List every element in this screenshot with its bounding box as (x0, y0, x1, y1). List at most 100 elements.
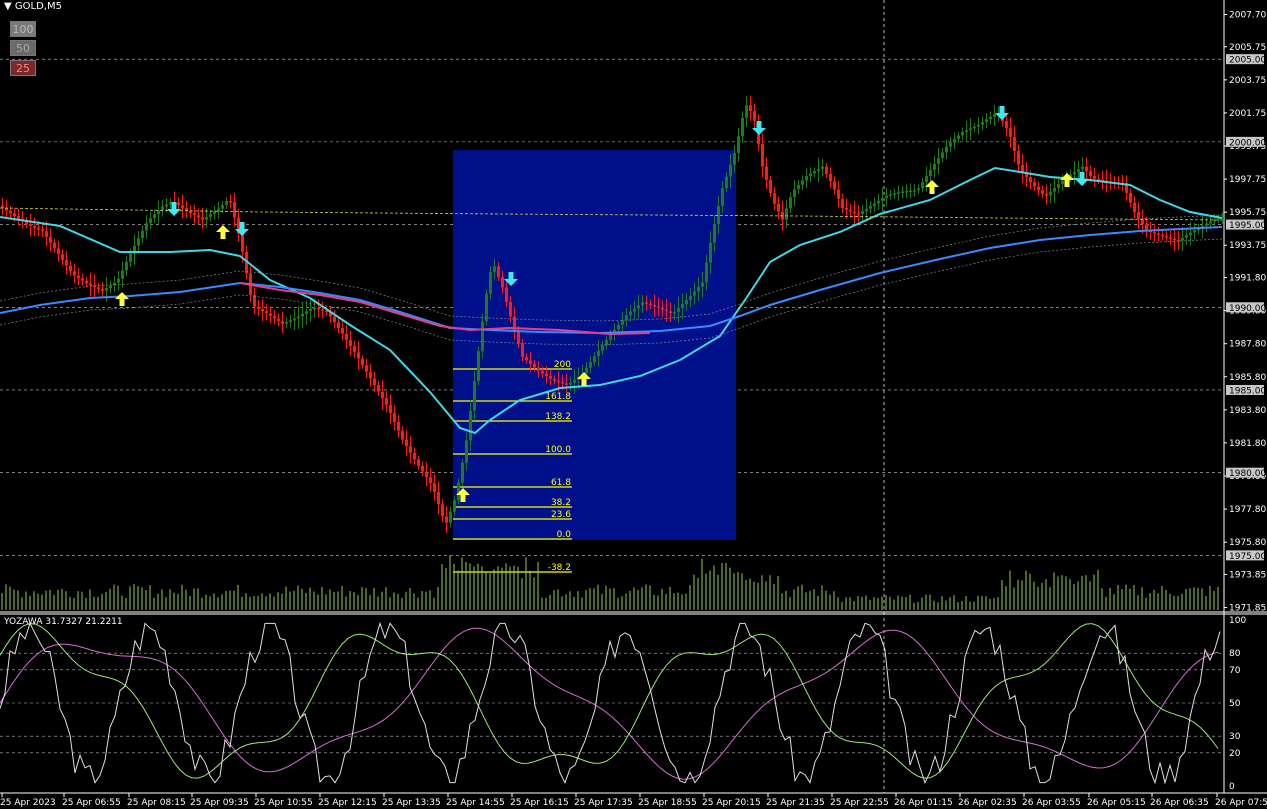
buy-arrow-icon (216, 225, 230, 239)
price-level-label: 1980.00 (1229, 469, 1266, 479)
candle (437, 492, 440, 505)
candle (161, 206, 164, 211)
candle (233, 202, 236, 218)
candle (881, 198, 884, 201)
candle (365, 365, 368, 372)
candle (689, 295, 692, 301)
candle (125, 261, 128, 271)
candle (369, 371, 372, 379)
candle (381, 391, 384, 399)
candle (1073, 171, 1076, 175)
time-tick-label: 25 Apr 18:55 (638, 798, 697, 808)
candle (585, 367, 588, 374)
candle (385, 398, 388, 405)
dropdown-triangle-icon[interactable]: ▼ (4, 1, 12, 12)
candle (445, 516, 448, 523)
price-tick-label: 1995.75 (1229, 208, 1266, 218)
candle (929, 169, 932, 176)
candle (957, 135, 960, 139)
candle (845, 208, 848, 210)
candle (1029, 177, 1032, 183)
candle (429, 477, 432, 484)
candle (537, 367, 540, 371)
candle (285, 322, 288, 324)
zoom-100-button[interactable]: 100 (10, 21, 36, 37)
candle (401, 430, 404, 440)
candle (637, 305, 640, 309)
candle (593, 356, 596, 362)
time-tick-label: 25 Apr 2023 (0, 798, 56, 808)
price-level-label: 1995.00 (1229, 221, 1266, 231)
candle (1085, 166, 1088, 172)
candle (361, 358, 364, 366)
candle (501, 276, 504, 288)
candle (1057, 184, 1060, 188)
candle (677, 307, 680, 312)
candle (777, 203, 780, 212)
candle (785, 208, 788, 220)
candle (597, 350, 600, 357)
price-tick-label: 1975.80 (1229, 538, 1266, 548)
candle (601, 345, 604, 351)
candle (861, 211, 864, 214)
candle (665, 309, 668, 312)
candle (489, 271, 492, 294)
time-tick-label: 25 Apr 13:35 (382, 798, 441, 808)
candle (9, 210, 12, 214)
candle (17, 215, 20, 219)
candle (877, 200, 880, 204)
candle (529, 360, 532, 364)
candle (477, 351, 480, 381)
candle (793, 189, 796, 198)
candle (241, 233, 244, 252)
candle (713, 223, 716, 243)
candle (117, 278, 120, 283)
candle (69, 265, 72, 272)
candle (961, 131, 964, 136)
time-tick-label: 26 Apr 06:35 (1150, 798, 1209, 808)
candle (497, 266, 500, 277)
candle (357, 352, 360, 359)
candle (205, 216, 208, 220)
candle (753, 111, 756, 122)
candle (1181, 237, 1184, 241)
candle (717, 206, 720, 224)
osc-tick-label: 100 (1229, 616, 1246, 626)
candle (589, 361, 592, 368)
candle (77, 275, 80, 279)
candle (149, 218, 152, 224)
candle (725, 176, 728, 189)
fib-label: -38.2 (548, 563, 571, 573)
candle (561, 382, 564, 384)
price-chart[interactable]: 200161.8138.2100.061.838.223.60.0-38.220… (0, 0, 1267, 809)
candle (301, 313, 304, 317)
candle (177, 202, 180, 206)
candle (229, 201, 232, 203)
candle (625, 315, 628, 320)
candle (461, 462, 464, 483)
candle (453, 500, 456, 512)
price-level-label: 2005.00 (1229, 56, 1266, 66)
candle (433, 483, 436, 493)
candle (837, 189, 840, 199)
candle (729, 164, 732, 177)
candle (293, 318, 296, 321)
candle (157, 210, 160, 215)
arrow-shape (115, 292, 129, 306)
candle (281, 321, 284, 324)
price-tick-label: 1981.80 (1229, 439, 1266, 449)
candle (525, 356, 528, 361)
zoom-50-button[interactable]: 50 (10, 40, 36, 56)
candle (945, 146, 948, 153)
candle (829, 173, 832, 182)
time-tick-label: 25 Apr 08:15 (127, 798, 186, 808)
candle (873, 203, 876, 207)
chart-window[interactable]: { "header": { "symbol": "GOLD,M5" }, "zo… (0, 0, 1267, 809)
candle (549, 376, 552, 379)
candle (485, 293, 488, 322)
zoom-25-button[interactable]: 25 (10, 60, 36, 76)
candle (337, 322, 340, 329)
candle (885, 195, 888, 199)
candle (1093, 175, 1096, 179)
candle (789, 197, 792, 209)
